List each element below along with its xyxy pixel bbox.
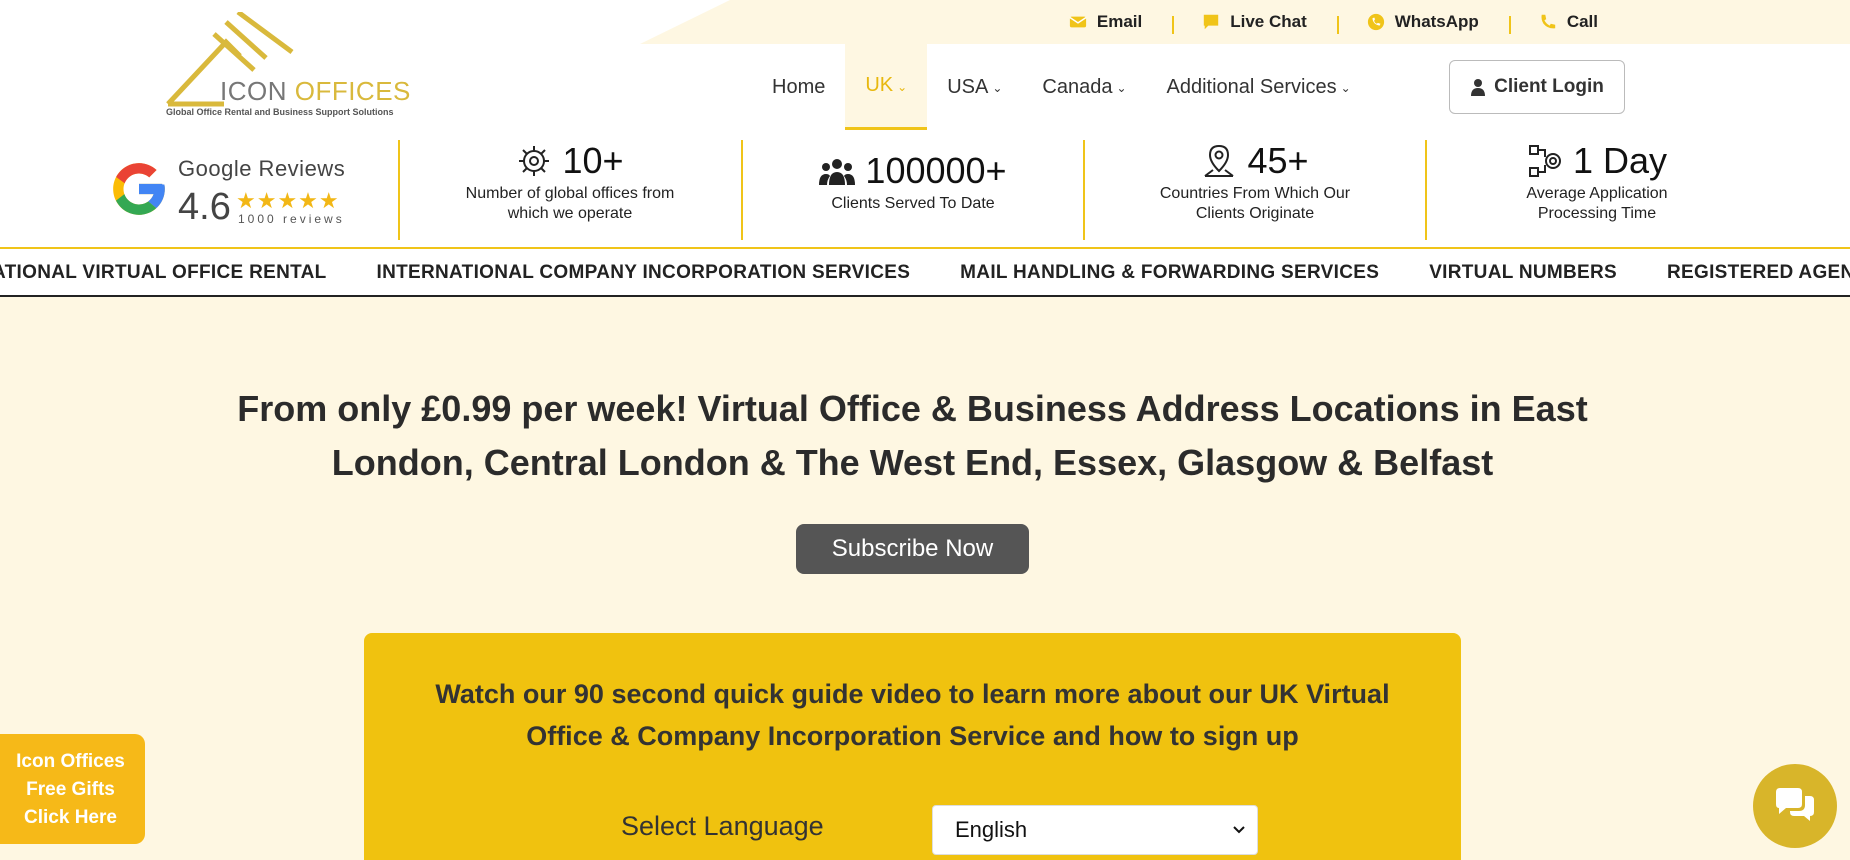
icon-offices-logo[interactable]: ICON OFFICES Global Office Rental and Bu…: [164, 12, 410, 122]
nav-uk[interactable]: UK ⌄: [845, 44, 928, 130]
live-chat-link[interactable]: Live Chat: [1172, 12, 1337, 34]
review-count: 1000 reviews: [238, 212, 345, 226]
language-label: Select Language: [621, 811, 824, 841]
stat-countries: 45+ Countries From Which Our Clients Orig…: [1159, 140, 1351, 222]
marquee-item[interactable]: REGISTERED AGENT: [1667, 262, 1850, 284]
call-label: Call: [1566, 12, 1598, 31]
contact-bar: Email Live Chat WhatsApp Call: [1039, 0, 1628, 44]
chevron-down-icon: ⌄: [1340, 81, 1351, 95]
hero-title: From only £0.99 per week! Virtual Office…: [237, 388, 1588, 483]
nav-usa[interactable]: USA ⌄: [927, 44, 1022, 130]
nav-canada[interactable]: Canada ⌄: [1022, 44, 1146, 130]
logo-tagline: Global Office Rental and Business Suppor…: [166, 107, 394, 117]
subscribe-button[interactable]: Subscribe Now: [796, 524, 1029, 574]
logo-name: ICON OFFICES: [220, 76, 411, 106]
nav-home[interactable]: Home: [752, 44, 845, 130]
map-pin-icon: [1204, 144, 1235, 177]
user-icon: [1471, 79, 1486, 96]
stat-clients-number: 100000+: [865, 150, 1007, 191]
call-link[interactable]: Call: [1508, 12, 1628, 34]
marquee-item[interactable]: VIRTUAL NUMBERS: [1429, 262, 1617, 284]
live-chat-label: Live Chat: [1230, 12, 1307, 31]
google-reviews-badge[interactable]: Google Reviews 4.6 ★★★★★ 1000 reviews: [108, 154, 358, 228]
page: Email Live Chat WhatsApp Call ICON OFFIC…: [0, 0, 1850, 860]
video-guide-title: Watch our 90 second quick guide video to…: [435, 679, 1390, 751]
people-group-icon: [819, 159, 856, 185]
language-select[interactable]: English: [932, 805, 1258, 855]
marquee-item[interactable]: INTERNATIONAL COMPANY INCORPORATION SERV…: [377, 262, 911, 284]
gear-office-icon: [519, 146, 550, 176]
language-value: English: [955, 817, 1028, 842]
stat-offices-number: 10+: [562, 140, 624, 181]
client-login-label: Client Login: [1494, 76, 1604, 97]
chat-widget-button[interactable]: [1753, 764, 1837, 848]
envelope-icon: [1069, 16, 1087, 28]
stat-processing: 1 Day Average Application Processing Time: [1526, 140, 1668, 222]
google-reviews-title: Google Reviews: [178, 156, 346, 181]
process-icon: [1528, 145, 1561, 177]
whatsapp-icon: [1367, 13, 1384, 31]
stats-strip: Google Reviews 4.6 ★★★★★ 1000 reviews 10…: [0, 132, 1850, 249]
chevron-down-icon: ⌄: [1116, 81, 1127, 95]
video-guide-panel: Watch our 90 second quick guide video to…: [364, 633, 1461, 860]
google-g-icon: [113, 163, 165, 215]
google-score: 4.6: [178, 186, 231, 228]
email-label: Email: [1096, 12, 1143, 31]
whatsapp-label: WhatsApp: [1394, 12, 1479, 31]
chat-bubbles-icon: [1776, 788, 1814, 821]
stat-offices: 10+ Number of global offices from which w…: [465, 140, 675, 222]
marquee-item[interactable]: MAIL HANDLING & FORWARDING SERVICES: [960, 262, 1379, 284]
whatsapp-link[interactable]: WhatsApp: [1336, 12, 1509, 34]
phone-icon: [1541, 14, 1556, 29]
nav-additional-services[interactable]: Additional Services ⌄: [1147, 44, 1371, 130]
client-login-button[interactable]: Client Login: [1449, 60, 1625, 114]
chevron-down-icon: ⌄: [897, 79, 908, 94]
stat-clients: 100000+ Clients Served To Date: [743, 140, 1083, 240]
main-nav: Home UK ⌄ USA ⌄ Canada ⌄ Additional Service…: [752, 44, 1371, 130]
star-rating-icon: ★★★★★: [236, 188, 340, 213]
free-gifts-tab[interactable]: Icon Offices Free Gifts Click Here: [0, 734, 145, 844]
stat-countries-number: 45+: [1247, 140, 1309, 181]
stat-processing-number: 1 Day: [1572, 140, 1668, 181]
site-header: Email Live Chat WhatsApp Call ICON OFFIC…: [0, 0, 1850, 132]
email-link[interactable]: Email: [1039, 12, 1172, 32]
chevron-down-icon: ⌄: [992, 81, 1003, 95]
chat-bubble-icon: [1204, 14, 1219, 30]
services-marquee: NATIONAL VIRTUAL OFFICE RENTAL INTERNATI…: [0, 249, 1850, 297]
chevron-down-icon: [1233, 826, 1245, 834]
marquee-item[interactable]: NATIONAL VIRTUAL OFFICE RENTAL: [0, 262, 327, 284]
